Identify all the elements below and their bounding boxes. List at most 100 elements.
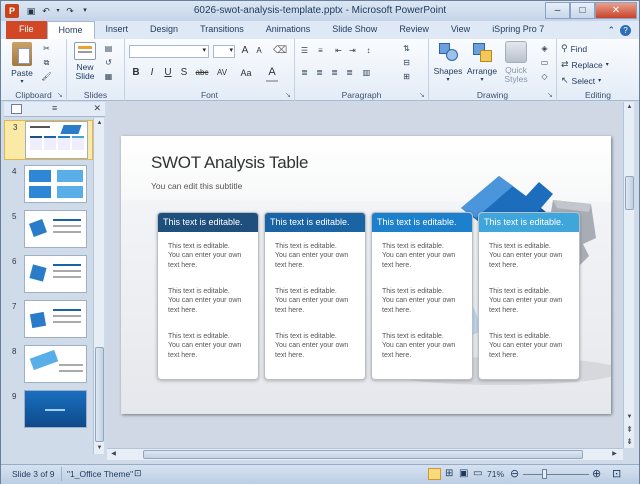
section-icon[interactable]: ▦ xyxy=(103,71,114,82)
clipboard-launcher-icon[interactable]: ↘ xyxy=(57,92,64,99)
tab-slide-show[interactable]: Slide Show xyxy=(321,21,388,39)
tab-ispring[interactable]: iSpring Pro 7 xyxy=(481,21,555,39)
outline-tab-icon[interactable]: ≡ xyxy=(52,103,57,113)
font-size-combo[interactable]: ▾ xyxy=(213,45,235,58)
minimize-ribbon-icon[interactable]: ⌃ xyxy=(607,25,615,36)
change-case-icon[interactable]: Aa xyxy=(237,68,255,78)
zoom-out-icon[interactable]: ⊖ xyxy=(510,467,519,480)
previous-slide-icon[interactable]: ⇞ xyxy=(624,424,635,435)
normal-view-icon[interactable] xyxy=(428,468,441,480)
replace-button[interactable]: ⇄ Replace ▾ xyxy=(561,59,609,70)
swot-card-3[interactable]: This text is editable. This text is edit… xyxy=(371,212,473,380)
slide-sorter-icon[interactable]: ⊞ xyxy=(445,468,453,479)
font-size-dropdown-icon[interactable]: ▾ xyxy=(229,46,233,54)
scroll-up-icon[interactable]: ▲ xyxy=(94,118,105,129)
slide-canvas[interactable]: SWOT Analysis Table You can edit this su… xyxy=(121,136,611,414)
quick-styles-button[interactable]: Quick Styles xyxy=(499,41,533,84)
fit-to-window-icon[interactable]: ⊡ xyxy=(612,467,621,480)
tab-design[interactable]: Design xyxy=(139,21,189,39)
shadow-icon[interactable]: S xyxy=(177,67,191,78)
scrollbar-thumb[interactable] xyxy=(625,176,634,210)
thumbnail-slide-5[interactable]: 5 xyxy=(4,210,93,250)
strikethrough-icon[interactable]: abc xyxy=(193,68,211,77)
scroll-up-icon[interactable]: ▲ xyxy=(624,102,635,113)
smartart-icon[interactable]: ⊞ xyxy=(401,71,412,82)
shape-fill-icon[interactable]: ◈ xyxy=(539,43,550,54)
thumbnail-slide-3[interactable]: 3 xyxy=(4,120,93,160)
italic-icon[interactable]: I xyxy=(145,67,159,78)
maximize-button[interactable]: □ xyxy=(570,2,595,19)
align-left-icon[interactable]: ≣ xyxy=(299,67,310,78)
thumbnail-slide-7[interactable]: 7 xyxy=(4,300,93,340)
thumbnail-slide-6[interactable]: 6 xyxy=(4,255,93,295)
select-button[interactable]: ↖ Select ▾ xyxy=(561,75,601,86)
font-color-icon[interactable]: A xyxy=(265,66,279,78)
scroll-left-icon[interactable]: ◀ xyxy=(108,449,119,460)
paragraph-launcher-icon[interactable]: ↘ xyxy=(419,92,426,99)
swot-card-1[interactable]: This text is editable. This text is edit… xyxy=(157,212,259,380)
tab-transitions[interactable]: Transitions xyxy=(189,21,255,39)
shapes-button[interactable]: Shapes ▾ xyxy=(431,41,465,83)
clear-formatting-icon[interactable]: ⌫ xyxy=(273,45,287,56)
minimize-button[interactable]: – xyxy=(545,2,570,19)
help-icon[interactable]: ? xyxy=(620,24,631,36)
drawing-launcher-icon[interactable]: ↘ xyxy=(547,92,554,99)
zoom-slider-thumb[interactable] xyxy=(542,469,547,479)
scrollbar-thumb[interactable] xyxy=(95,347,104,442)
reset-icon[interactable]: ↺ xyxy=(103,57,114,68)
scroll-right-icon[interactable]: ▶ xyxy=(609,449,620,460)
shape-outline-icon[interactable]: ▭ xyxy=(539,57,550,68)
shape-effects-icon[interactable]: ◇ xyxy=(539,71,550,82)
underline-icon[interactable]: U xyxy=(161,67,175,78)
line-spacing-icon[interactable]: ↕ xyxy=(363,45,374,56)
next-slide-icon[interactable]: ⇟ xyxy=(624,436,635,447)
paste-button[interactable]: Paste ▾ xyxy=(7,42,37,85)
numbering-icon[interactable]: ≡ xyxy=(315,45,326,56)
tab-view[interactable]: View xyxy=(440,21,481,39)
reading-view-icon[interactable]: ▣ xyxy=(459,468,468,479)
layout-icon[interactable]: ▤ xyxy=(103,43,114,54)
font-name-dropdown-icon[interactable]: ▾ xyxy=(202,46,206,54)
scroll-down-icon[interactable]: ▼ xyxy=(624,412,635,423)
tab-file[interactable]: File xyxy=(6,21,47,39)
zoom-level[interactable]: 71% xyxy=(487,469,504,479)
close-panel-icon[interactable]: ✕ xyxy=(93,103,101,114)
grow-font-icon[interactable]: A xyxy=(238,45,252,56)
zoom-in-icon[interactable]: ⊕ xyxy=(592,467,601,480)
swot-card-2[interactable]: This text is editable. This text is edit… xyxy=(264,212,366,380)
font-launcher-icon[interactable]: ↘ xyxy=(285,92,292,99)
align-right-icon[interactable]: ≣ xyxy=(329,67,340,78)
new-slide-button[interactable]: New Slide xyxy=(70,42,100,81)
bold-icon[interactable]: B xyxy=(129,67,143,78)
find-button[interactable]: ⚲ Find xyxy=(561,43,587,54)
thumbnails-scrollbar[interactable]: ▲ ▼ xyxy=(93,118,104,454)
font-name-combo[interactable]: ▾ xyxy=(129,45,209,58)
arrange-button[interactable]: Arrange ▾ xyxy=(465,41,499,83)
columns-icon[interactable]: ▥ xyxy=(361,67,372,78)
scroll-down-icon[interactable]: ▼ xyxy=(94,443,105,454)
format-painter-icon[interactable]: 🖌 xyxy=(41,71,52,82)
zoom-slider-track[interactable] xyxy=(523,474,589,475)
scrollbar-thumb[interactable] xyxy=(143,450,583,459)
slides-tab-icon[interactable] xyxy=(11,104,22,114)
thumbnail-slide-9[interactable]: 9 xyxy=(4,390,93,430)
bullets-icon[interactable]: ☰ xyxy=(299,45,310,56)
editor-horizontal-scrollbar[interactable]: ◀ ▶ xyxy=(107,448,623,460)
char-spacing-icon[interactable]: AV xyxy=(215,68,229,77)
tab-animations[interactable]: Animations xyxy=(255,21,322,39)
slide-title[interactable]: SWOT Analysis Table xyxy=(151,153,308,173)
tab-home[interactable]: Home xyxy=(46,21,95,39)
text-direction-icon[interactable]: ⇅ xyxy=(401,43,412,54)
swot-card-4[interactable]: This text is editable. This text is edit… xyxy=(478,212,580,380)
thumbnail-slide-8[interactable]: 8 xyxy=(4,345,93,385)
justify-icon[interactable]: ≣ xyxy=(344,67,355,78)
increase-indent-icon[interactable]: ⇥ xyxy=(347,45,358,56)
language-icon[interactable]: ⊡ xyxy=(134,468,142,479)
slide-subtitle[interactable]: You can edit this subtitle xyxy=(151,181,242,191)
copy-icon[interactable]: ⧉ xyxy=(41,57,52,68)
cut-icon[interactable]: ✂ xyxy=(41,43,52,54)
thumbnail-slide-4[interactable]: 4 xyxy=(4,165,93,205)
editor-vertical-scrollbar[interactable]: ▲ ▼ ⇞ ⇟ xyxy=(623,102,634,448)
close-button[interactable]: ✕ xyxy=(595,2,637,19)
tab-review[interactable]: Review xyxy=(388,21,440,39)
